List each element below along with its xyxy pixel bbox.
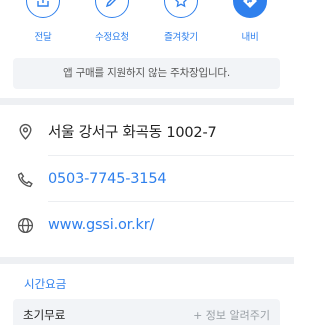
fee-box: 초기무료 + 정보 알려주기 (13, 299, 280, 325)
pricing-section-title: 시간요금 (24, 277, 67, 291)
pencil-icon (95, 0, 129, 18)
address-text: 서울 강서구 화곡동 1002-7 (48, 124, 217, 141)
action-bar: 전달 수정요청 즐겨찾기 내비 (0, 0, 294, 52)
star-icon (164, 0, 198, 18)
phone-link[interactable]: 0503-7745-3154 (48, 171, 167, 187)
phone-row[interactable]: 0503-7745-3154 (0, 156, 294, 202)
favorite-label: 즐겨찾기 (164, 32, 198, 43)
website-row[interactable]: www.gssi.or.kr/ (0, 202, 294, 248)
navigation-label: 내비 (241, 32, 259, 43)
website-link[interactable]: www.gssi.or.kr/ (48, 217, 154, 233)
phone-icon (16, 170, 35, 189)
edit-request-label: 수정요청 (95, 32, 129, 43)
share-label: 전달 (34, 32, 52, 43)
navigation-icon (233, 0, 267, 18)
location-pin-icon (16, 122, 35, 141)
section-divider (0, 257, 294, 264)
report-info-link[interactable]: + 정보 알려주기 (193, 307, 270, 323)
section-divider (0, 98, 294, 105)
share-icon (26, 0, 60, 18)
address-row[interactable]: 서울 강서구 화곡동 1002-7 (0, 108, 294, 154)
purchase-notice: 앱 구매를 지원하지 않는 주차장입니다. (13, 58, 280, 89)
globe-icon (16, 216, 35, 235)
fee-label: 초기무료 (23, 308, 66, 322)
